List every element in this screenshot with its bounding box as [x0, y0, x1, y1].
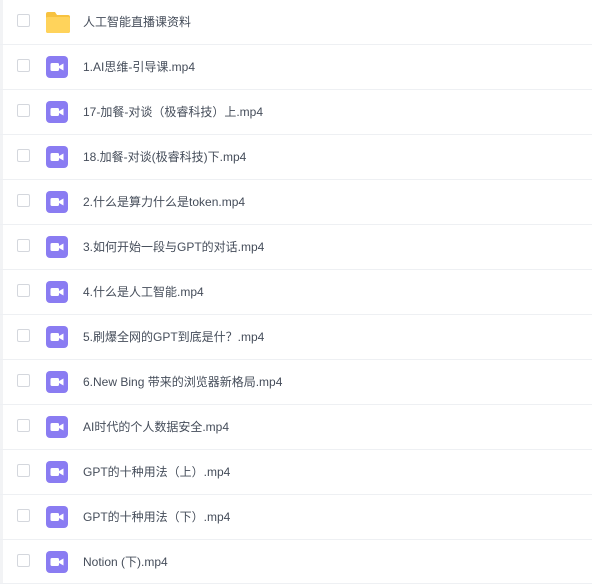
file-name[interactable]: 4.什么是人工智能.mp4: [83, 283, 204, 301]
checkbox[interactable]: [17, 104, 30, 117]
checkbox[interactable]: [17, 329, 30, 342]
file-name[interactable]: Notion (下).mp4: [83, 553, 168, 571]
checkbox[interactable]: [17, 239, 30, 252]
video-file-icon: [45, 190, 69, 214]
video-file-icon: [45, 145, 69, 169]
file-name[interactable]: 3.如何开始一段与GPT的对话.mp4: [83, 238, 264, 256]
file-name[interactable]: 人工智能直播课资料: [83, 13, 191, 31]
list-item[interactable]: 1.AI思维-引导课.mp4: [0, 45, 592, 90]
video-file-icon: [45, 415, 69, 439]
list-item[interactable]: 人工智能直播课资料: [0, 0, 592, 45]
file-name[interactable]: 18.加餐-对谈(极睿科技)下.mp4: [83, 148, 246, 166]
checkbox[interactable]: [17, 374, 30, 387]
checkbox[interactable]: [17, 284, 30, 297]
list-item[interactable]: 2.什么是算力什么是token.mp4: [0, 180, 592, 225]
list-item[interactable]: 3.如何开始一段与GPT的对话.mp4: [0, 225, 592, 270]
video-file-icon: [45, 550, 69, 574]
video-file-icon: [45, 370, 69, 394]
list-item[interactable]: GPT的十种用法（上）.mp4: [0, 450, 592, 495]
checkbox[interactable]: [17, 194, 30, 207]
checkbox[interactable]: [17, 59, 30, 72]
video-file-icon: [45, 280, 69, 304]
video-file-icon: [45, 235, 69, 259]
video-file-icon: [45, 505, 69, 529]
file-name[interactable]: 1.AI思维-引导课.mp4: [83, 58, 195, 76]
list-item[interactable]: Notion (下).mp4: [0, 540, 592, 584]
file-name[interactable]: GPT的十种用法（下）.mp4: [83, 508, 230, 526]
file-name[interactable]: AI时代的个人数据安全.mp4: [83, 418, 229, 436]
file-list: 人工智能直播课资料 1.AI思维-引导课.mp4 17-加餐-对谈（极睿科技）上…: [0, 0, 592, 584]
checkbox[interactable]: [17, 419, 30, 432]
file-name[interactable]: GPT的十种用法（上）.mp4: [83, 463, 230, 481]
list-item[interactable]: 4.什么是人工智能.mp4: [0, 270, 592, 315]
checkbox[interactable]: [17, 14, 30, 27]
file-name[interactable]: 6.New Bing 带来的浏览器新格局.mp4: [83, 373, 282, 391]
checkbox[interactable]: [17, 149, 30, 162]
video-file-icon: [45, 325, 69, 349]
list-item[interactable]: 6.New Bing 带来的浏览器新格局.mp4: [0, 360, 592, 405]
checkbox[interactable]: [17, 464, 30, 477]
list-item[interactable]: 18.加餐-对谈(极睿科技)下.mp4: [0, 135, 592, 180]
list-item[interactable]: 17-加餐-对谈（极睿科技）上.mp4: [0, 90, 592, 135]
list-item[interactable]: AI时代的个人数据安全.mp4: [0, 405, 592, 450]
list-item[interactable]: GPT的十种用法（下）.mp4: [0, 495, 592, 540]
folder-icon: [45, 10, 70, 34]
file-name[interactable]: 2.什么是算力什么是token.mp4: [83, 193, 245, 211]
video-file-icon: [45, 55, 69, 79]
checkbox[interactable]: [17, 509, 30, 522]
file-name[interactable]: 5.刷爆全网的GPT到底是什？.mp4: [83, 328, 264, 346]
checkbox[interactable]: [17, 553, 30, 567]
video-file-icon: [45, 100, 69, 124]
file-name[interactable]: 17-加餐-对谈（极睿科技）上.mp4: [83, 103, 263, 121]
list-item[interactable]: 5.刷爆全网的GPT到底是什？.mp4: [0, 315, 592, 360]
video-file-icon: [45, 460, 69, 484]
